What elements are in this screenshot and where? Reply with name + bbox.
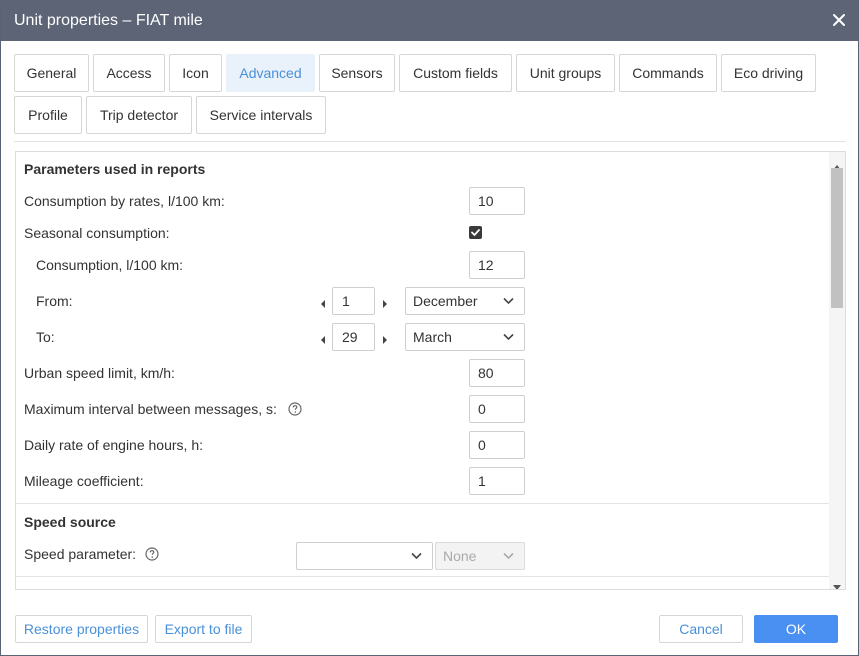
to-month-value: March	[413, 329, 452, 345]
from-day-decrement-icon[interactable]	[318, 296, 328, 308]
max-interval-label: Maximum interval between messages, s:	[24, 401, 277, 417]
seasonal-consumption-label: Seasonal consumption:	[24, 225, 170, 241]
from-day-input[interactable]: 1	[332, 287, 375, 315]
mileage-coefficient-input[interactable]: 1	[469, 467, 525, 495]
close-icon[interactable]	[832, 13, 846, 27]
from-month-select[interactable]: December	[405, 287, 525, 315]
tab-commands[interactable]: Commands	[619, 54, 717, 92]
scroll-down-icon[interactable]	[833, 578, 841, 589]
engine-hours-label: Daily rate of engine hours, h:	[24, 437, 203, 453]
seasonal-consumption-checkbox[interactable]	[469, 226, 482, 239]
tab-service-intervals[interactable]: Service intervals	[196, 96, 326, 134]
speed-parameter-select[interactable]	[296, 542, 433, 570]
mileage-coefficient-label: Mileage coefficient:	[24, 473, 144, 489]
speed-secondary-value: None	[443, 548, 477, 564]
chevron-down-icon	[503, 552, 514, 560]
consumption-rates-label: Consumption by rates, l/100 km:	[24, 193, 225, 209]
speed-parameter-label: Speed parameter:	[24, 546, 137, 562]
tab-custom-fields[interactable]: Custom fields	[399, 54, 512, 92]
to-month-select[interactable]: March	[405, 323, 525, 351]
restore-properties-button[interactable]: Restore properties	[15, 615, 148, 643]
tab-sensors[interactable]: Sensors	[319, 54, 395, 92]
tabs-divider	[14, 141, 846, 142]
title-bar: Unit properties – FIAT mile	[1, 1, 858, 41]
window-title: Unit properties – FIAT mile	[14, 12, 203, 29]
unit-properties-dialog: Unit properties – FIAT mile General Acce…	[0, 0, 859, 656]
help-icon[interactable]	[288, 402, 302, 416]
tab-icon[interactable]: Icon	[169, 54, 222, 92]
to-day-decrement-icon[interactable]	[318, 332, 328, 344]
tab-trip-detector[interactable]: Trip detector	[86, 96, 192, 134]
seasonal-consumption-input[interactable]: 12	[469, 251, 525, 279]
to-day-increment-icon[interactable]	[380, 332, 390, 344]
export-to-file-button[interactable]: Export to file	[155, 615, 252, 643]
seasonal-consumption-value-label: Consumption, l/100 km:	[36, 257, 184, 273]
tab-advanced[interactable]: Advanced	[226, 54, 315, 92]
max-interval-input[interactable]: 0	[469, 395, 525, 423]
scrollbar-thumb[interactable]	[831, 168, 843, 308]
to-label: To:	[36, 329, 55, 345]
section-title-speed-source: Speed source	[24, 514, 116, 530]
from-day-increment-icon[interactable]	[380, 296, 390, 308]
chevron-down-icon	[503, 333, 514, 341]
tab-general[interactable]: General	[14, 54, 89, 92]
ok-button[interactable]: OK	[754, 615, 838, 643]
scroll-up-icon[interactable]	[833, 157, 841, 170]
speed-secondary-select: None	[435, 542, 525, 570]
engine-hours-input[interactable]: 0	[469, 431, 525, 459]
tab-unit-groups[interactable]: Unit groups	[516, 54, 615, 92]
from-month-value: December	[413, 293, 478, 309]
section-divider	[16, 503, 829, 504]
section-title-reports: Parameters used in reports	[24, 161, 206, 177]
tab-profile[interactable]: Profile	[14, 96, 82, 134]
section-divider	[16, 576, 829, 577]
tab-eco-driving[interactable]: Eco driving	[721, 54, 816, 92]
urban-speed-input[interactable]: 80	[469, 359, 525, 387]
cancel-button[interactable]: Cancel	[659, 615, 743, 643]
tab-access[interactable]: Access	[93, 54, 165, 92]
help-icon[interactable]	[145, 547, 159, 561]
check-icon	[471, 229, 480, 236]
to-day-input[interactable]: 29	[332, 323, 375, 351]
vertical-scrollbar[interactable]	[829, 152, 845, 589]
chevron-down-icon	[411, 552, 422, 560]
urban-speed-label: Urban speed limit, km/h:	[24, 365, 175, 381]
chevron-down-icon	[503, 297, 514, 305]
consumption-rates-input[interactable]: 10	[469, 187, 525, 215]
advanced-panel[interactable]: Parameters used in reports Consumption b…	[15, 151, 846, 590]
from-label: From:	[36, 293, 73, 309]
